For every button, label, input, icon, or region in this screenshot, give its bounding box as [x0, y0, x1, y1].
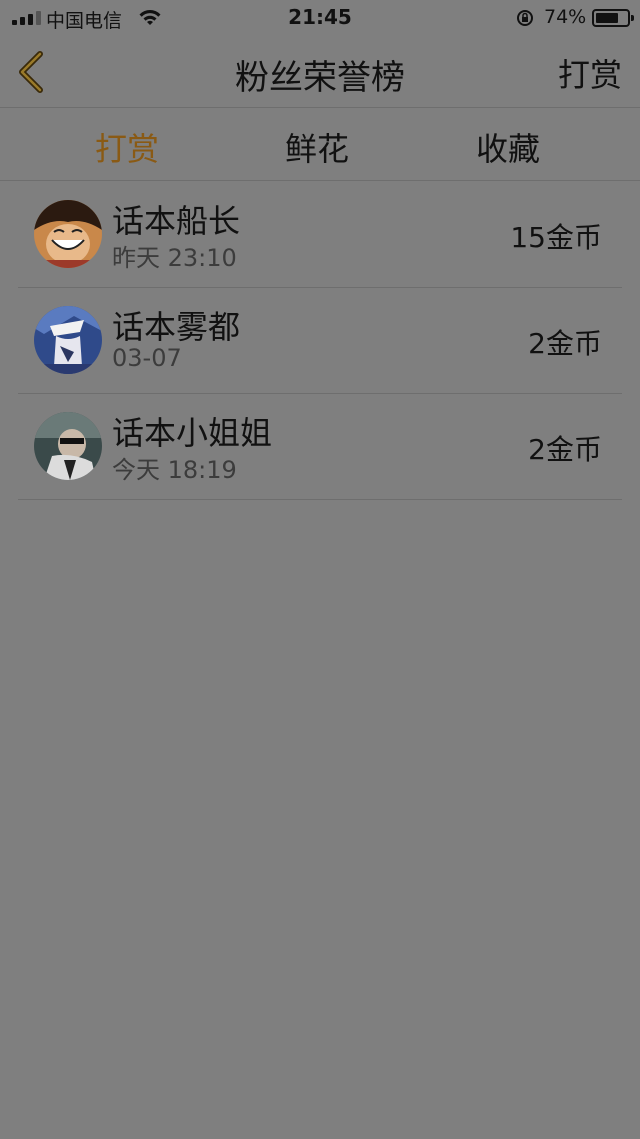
- battery-percent: 74%: [544, 6, 587, 28]
- page-title: 粉丝荣誉榜: [235, 58, 405, 98]
- fan-time: 今天 18:19: [112, 456, 237, 484]
- tab-flowers[interactable]: 鲜花: [285, 124, 349, 170]
- tab-favorites[interactable]: 收藏: [476, 124, 540, 170]
- tab-tip[interactable]: 打赏: [95, 124, 159, 170]
- fan-time: 03-07: [112, 344, 182, 372]
- avatar: [34, 306, 102, 374]
- fan-amount: 2金币: [528, 433, 602, 466]
- list-item[interactable]: 话本雾都 03-07 2金币: [0, 288, 640, 394]
- fan-name: 话本小姐姐: [112, 414, 273, 452]
- fan-amount: 2金币: [528, 327, 602, 360]
- avatar: [34, 412, 102, 480]
- tab-bar: 打赏 鲜花 收藏: [0, 108, 640, 181]
- battery-level: [596, 13, 619, 23]
- fan-name: 话本船长: [112, 202, 241, 240]
- battery-icon: [592, 9, 634, 27]
- fan-name: 话本雾都: [112, 308, 241, 346]
- fan-list: 话本船长 昨天 23:10 15金币 话本雾都 03-07 2金币 话本小姐姐 …: [0, 182, 640, 500]
- list-item[interactable]: 话本船长 昨天 23:10 15金币: [0, 182, 640, 288]
- rotation-lock-icon: [517, 10, 533, 26]
- status-bar: 中国电信 21:45 74%: [0, 0, 640, 36]
- divider: [18, 499, 622, 500]
- tip-button[interactable]: 打赏: [558, 50, 622, 96]
- fan-time: 昨天 23:10: [112, 244, 237, 272]
- fan-amount: 15金币: [510, 221, 602, 254]
- list-item[interactable]: 话本小姐姐 今天 18:19 2金币: [0, 394, 640, 500]
- avatar: [34, 200, 102, 268]
- nav-bar: 粉丝荣誉榜 打赏: [0, 36, 640, 108]
